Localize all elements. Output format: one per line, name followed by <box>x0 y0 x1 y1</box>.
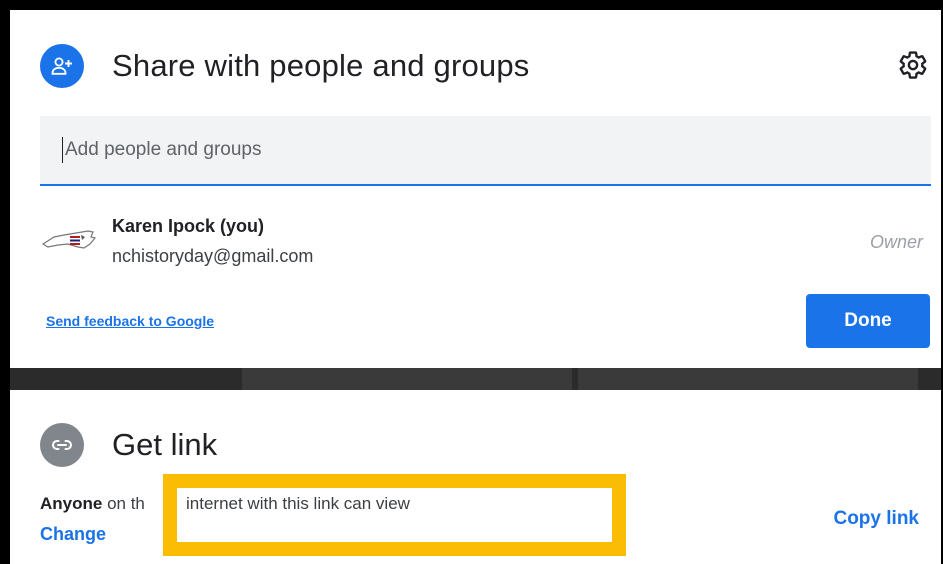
highlighted-access-text: internet with this link can view <box>186 494 410 513</box>
share-header: Share with people and groups <box>40 44 530 88</box>
change-link[interactable]: Change <box>40 524 106 545</box>
gear-icon[interactable] <box>896 48 930 82</box>
link-access-description: Anyone on th <box>40 494 145 514</box>
get-link-title: Get link <box>112 427 218 462</box>
link-icon <box>40 423 84 467</box>
background-document-strip <box>10 368 943 390</box>
share-dialog: Share with people and groups Add people … <box>10 10 943 368</box>
send-feedback-link[interactable]: Send feedback to Google <box>46 313 214 329</box>
add-people-field[interactable] <box>40 116 931 186</box>
background-page <box>578 368 918 390</box>
person-row: Karen Ipock (you) nchistoryday@gmail.com… <box>40 208 931 274</box>
north-carolina-state-icon <box>40 220 98 254</box>
person-name: Karen Ipock (you) <box>112 216 265 236</box>
person-add-icon <box>40 44 84 88</box>
copy-link-button[interactable]: Copy link <box>833 508 919 530</box>
done-button[interactable]: Done <box>806 294 930 348</box>
link-access-who: Anyone <box>40 494 103 513</box>
background-page <box>242 368 572 390</box>
person-role: Owner <box>869 232 923 252</box>
get-link-header: Get link <box>40 423 217 467</box>
text-cursor <box>62 137 63 163</box>
screenshot-canvas: Share with people and groups Add people … <box>0 0 943 564</box>
person-email: nchistoryday@gmail.com <box>112 246 314 266</box>
link-access-text: on th <box>102 494 145 513</box>
add-people-input[interactable] <box>65 139 865 161</box>
share-title: Share with people and groups <box>112 48 530 83</box>
highlight-annotation <box>163 474 626 556</box>
